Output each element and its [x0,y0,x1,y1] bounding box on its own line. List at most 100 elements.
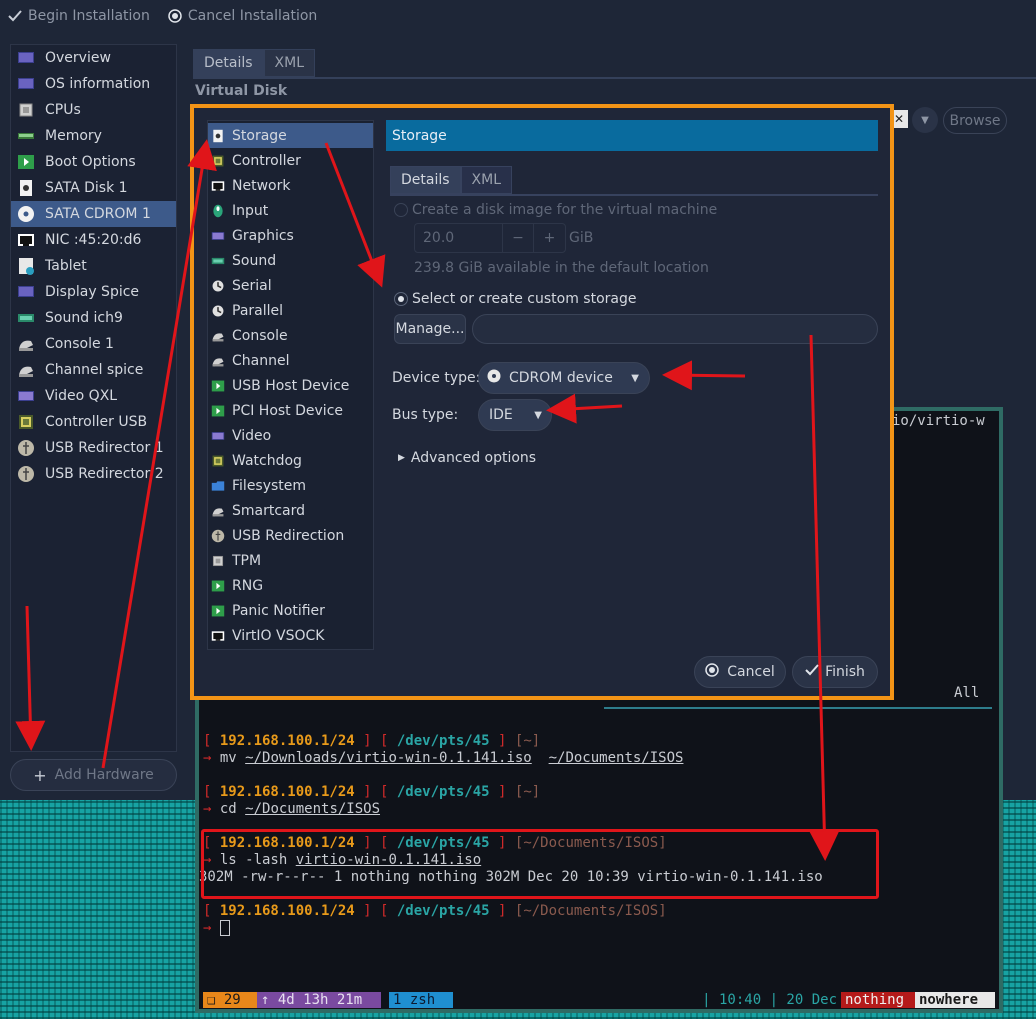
size-unit-label: GiB [569,230,594,246]
device-list-item-label: Controller [232,152,301,169]
tab-details[interactable]: Details [193,49,264,77]
hardware-item[interactable]: Boot Options [11,149,176,175]
device-list-item-label: Panic Notifier [232,602,325,619]
device-list-item[interactable]: Storage [208,123,373,148]
hardware-item[interactable]: Display Spice [11,279,176,305]
dialog-tabs: Details XML [390,166,513,194]
hardware-item[interactable]: NIC :45:20:d6 [11,227,176,253]
manage-button[interactable]: Manage... [394,314,466,344]
usb-host-icon [210,378,226,394]
hardware-item[interactable]: USB Redirector 2 [11,461,176,487]
size-field[interactable]: 20.0 [415,224,503,252]
hardware-item[interactable]: SATA CDROM 1 [11,201,176,227]
device-list-item[interactable]: Watchdog [208,448,373,473]
hardware-item[interactable]: CPUs [11,97,176,123]
minus-icon[interactable]: − [503,224,534,252]
device-list-item[interactable]: Console [208,323,373,348]
storage-path-input[interactable] [472,314,878,344]
cancel-installation-button[interactable]: Cancel Installation [168,8,317,24]
device-list-item[interactable]: VirtIO VSOCK [208,623,373,648]
hardware-item[interactable]: Sound ich9 [11,305,176,331]
display-icon [15,282,37,302]
begin-installation-button[interactable]: Begin Installation [8,8,150,24]
command-line: → mv ~/Downloads/virtio-win-0.1.141.iso … [203,750,684,766]
device-list-item[interactable]: Graphics [208,223,373,248]
hardware-item[interactable]: Channel spice [11,357,176,383]
stop-icon [168,9,182,23]
device-list-item[interactable]: TPM [208,548,373,573]
device-list-item[interactable]: Video [208,423,373,448]
session-tab[interactable]: 1 zsh [389,992,453,1008]
device-list-item[interactable]: Serial [208,273,373,298]
details-tabs: Details XML [193,49,316,77]
device-list-item[interactable]: Controller [208,148,373,173]
hardware-item[interactable]: Memory [11,123,176,149]
hardware-item[interactable]: Console 1 [11,331,176,357]
uptime-segment: ↑ 4d 13h 21m [257,992,381,1008]
hardware-list: Overview OS information CPUs Memory Boot Opt… [10,44,177,752]
usb-redirector-icon [15,438,37,458]
device-list-item[interactable]: Channel [208,348,373,373]
add-hardware-button[interactable]: + Add Hardware [10,759,177,791]
device-list-item[interactable]: USB Redirection [208,523,373,548]
device-list-item-label: Parallel [232,302,284,319]
device-list-item-label: PCI Host Device [232,402,344,419]
hardware-item[interactable]: Overview [11,45,176,71]
device-list-item-label: USB Redirection [232,527,345,544]
bus-type-select[interactable]: IDE ▼ [478,399,552,431]
device-list-item[interactable]: Network [208,173,373,198]
device-list-item[interactable]: RNG [208,573,373,598]
disk-size-spinner[interactable]: 20.0 − + [414,223,566,253]
serial-icon [210,278,226,294]
browse-button[interactable]: Browse [943,107,1007,134]
tab-xml[interactable]: XML [460,166,513,194]
chevron-down-icon[interactable]: ▼ [912,107,938,133]
hardware-item[interactable]: Controller USB [11,409,176,435]
custom-storage-label: Select or create custom storage [412,291,637,307]
device-list-item[interactable]: Filesystem [208,473,373,498]
device-list-item-label: Storage [232,127,287,144]
tab-xml[interactable]: XML [263,49,316,77]
terminal-all-label: All [954,685,980,701]
tab-details[interactable]: Details [390,166,461,194]
device-list-item[interactable]: Panic Notifier [208,598,373,623]
tablet-icon [15,256,37,276]
cdrom-icon [15,204,37,224]
device-list-item[interactable]: PCI Host Device [208,398,373,423]
advanced-options-label: Advanced options [410,450,537,466]
device-list-item[interactable]: Input [208,198,373,223]
sound-icon [15,308,37,328]
device-type-list: Storage Controller Network Input Graphics Sou… [207,120,374,650]
hardware-item-label: OS information [45,76,151,92]
hardware-item[interactable]: Video QXL [11,383,176,409]
device-list-item[interactable]: USB Host Device [208,373,373,398]
tab-divider [193,77,1036,79]
hardware-item[interactable]: USB Redirector 1 [11,435,176,461]
hardware-item-label: Tablet [45,258,87,274]
panic-icon [210,603,226,619]
device-list-item[interactable]: Sound [208,248,373,273]
console-icon [210,328,226,344]
custom-storage-option[interactable]: Select or create custom storage [394,291,637,307]
device-type-label: Device type: [392,370,481,386]
hardware-item-label: CPUs [45,102,81,118]
device-list-item[interactable]: Parallel [208,298,373,323]
boot-icon [15,152,37,172]
device-type-select[interactable]: CDROM device ▼ [478,362,650,394]
host-segment: nowhere [915,992,995,1008]
finish-button[interactable]: Finish [792,656,878,688]
create-disk-option[interactable]: Create a disk image for the virtual mach… [394,202,717,218]
advanced-options-expander[interactable]: ▶ Advanced options [398,450,536,466]
cancel-button[interactable]: Cancel [694,656,786,688]
terminal-cursor [219,920,230,936]
device-list-item[interactable]: Smartcard [208,498,373,523]
hardware-item[interactable]: OS information [11,71,176,97]
network-icon [210,178,226,194]
hardware-item-label: SATA Disk 1 [45,180,128,196]
hardware-item[interactable]: Tablet [11,253,176,279]
hardware-item[interactable]: SATA Disk 1 [11,175,176,201]
hardware-item-label: Memory [45,128,102,144]
graphics-icon [210,228,226,244]
plus-icon[interactable]: + [534,224,565,252]
bus-type-label: Bus type: [392,407,459,423]
